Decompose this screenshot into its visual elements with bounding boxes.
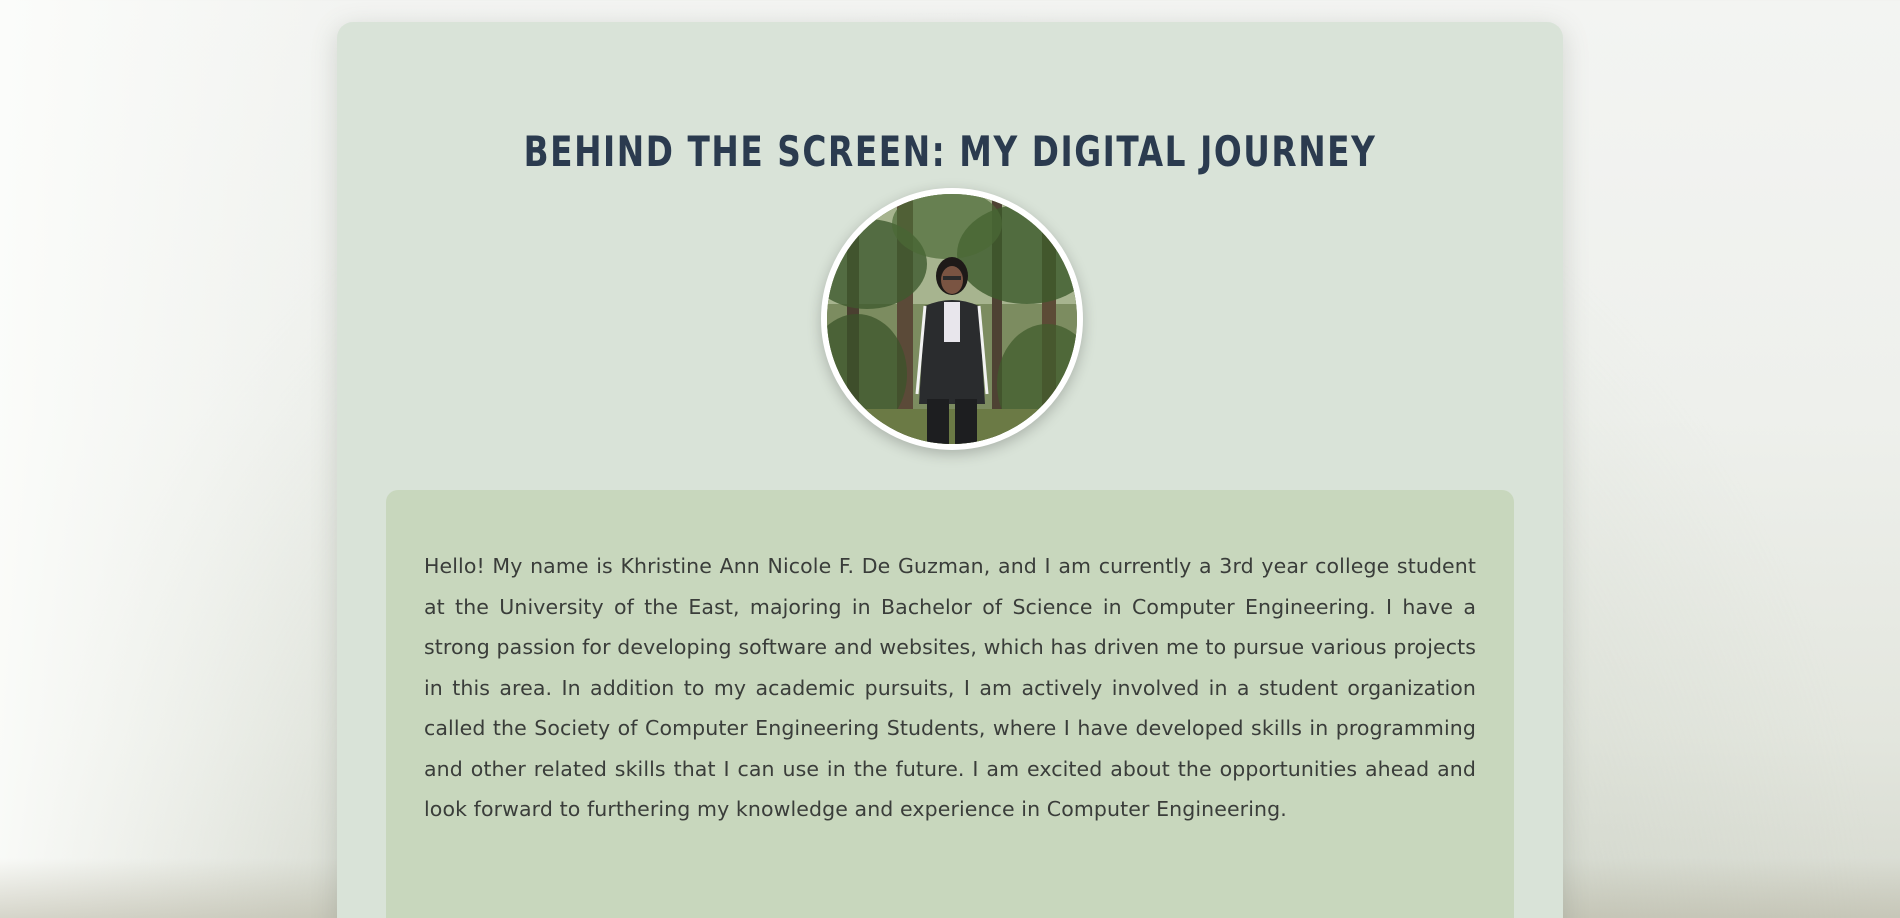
profile-photo-image [827,194,1077,444]
profile-card: BEHIND THE SCREEN: MY DIGITAL JOURNEY He… [337,22,1563,918]
background-fog [0,0,340,918]
bio-section: Hello! My name is Khristine Ann Nicole F… [386,490,1514,918]
page-title: BEHIND THE SCREEN: MY DIGITAL JOURNEY [523,127,1377,176]
profile-photo [821,188,1083,450]
bio-text: Hello! My name is Khristine Ann Nicole F… [424,554,1476,821]
